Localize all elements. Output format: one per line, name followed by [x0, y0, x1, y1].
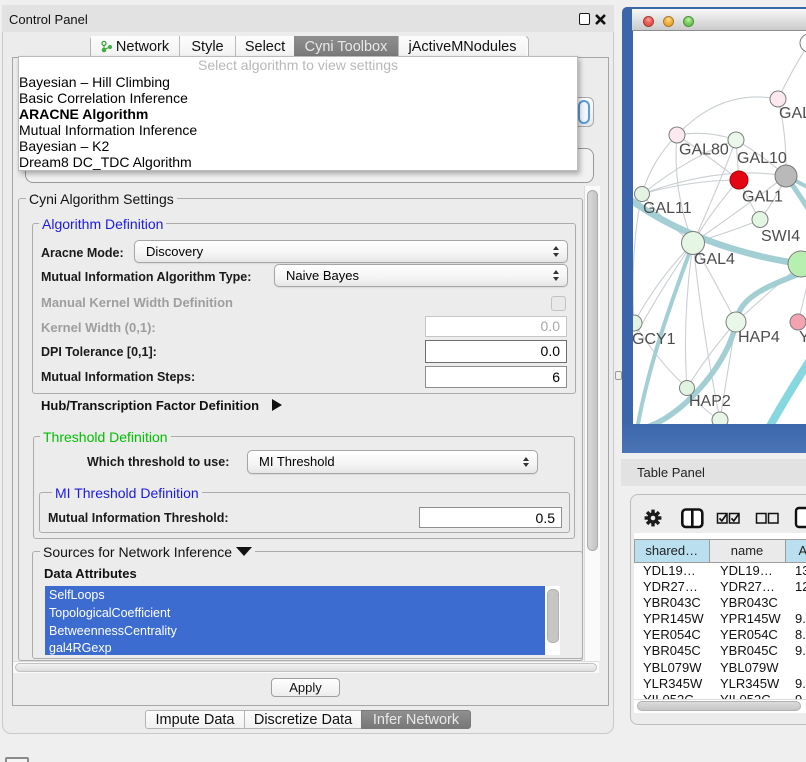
svg-text:GAL1: GAL1 [742, 189, 783, 206]
svg-text:GAL10: GAL10 [737, 150, 787, 167]
svg-text:GAL4: GAL4 [694, 251, 735, 268]
svg-text:HAP2: HAP2 [689, 393, 731, 410]
svg-text:SWI4: SWI4 [761, 228, 800, 245]
svg-text:GCY1: GCY1 [633, 331, 676, 348]
svg-text:GAL11: GAL11 [643, 200, 692, 217]
svg-text:GAL80: GAL80 [679, 142, 729, 159]
svg-text:YL: YL [799, 329, 806, 346]
svg-text:GAL7: GAL7 [779, 105, 806, 122]
svg-text:HAP4: HAP4 [738, 329, 780, 346]
